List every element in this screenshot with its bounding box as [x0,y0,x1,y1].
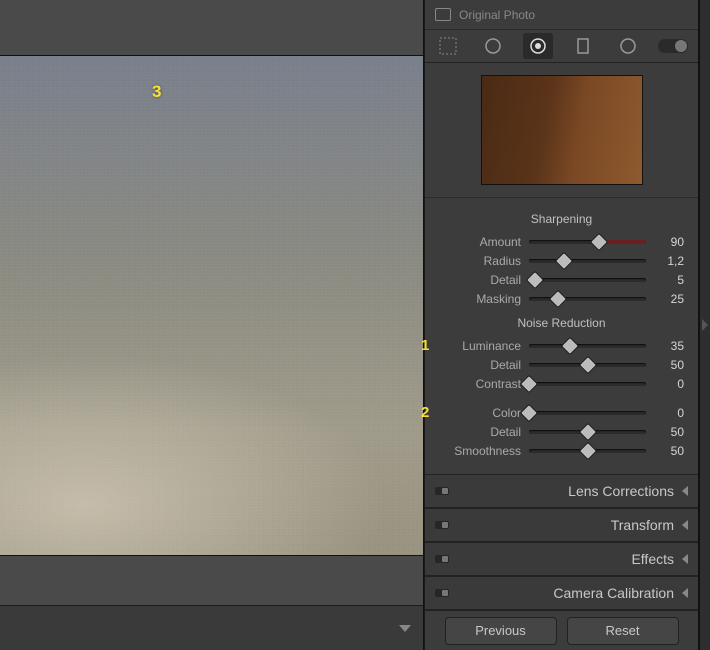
sharpening-row-radius: Radius 1,2 [439,251,684,270]
noise-color-label: Smoothness [439,444,521,458]
noise-slider[interactable] [529,374,646,393]
spot-removal-tool-icon[interactable] [478,33,508,59]
noise-value: 0 [654,377,684,391]
slider-thumb-icon[interactable] [520,403,538,421]
chevron-left-icon [682,520,688,530]
sharpening-slider[interactable] [529,232,646,251]
noise-row-detail: Detail 50 [439,355,684,374]
photo-preview [0,55,423,556]
detail-sliders: Sharpening Amount 90 Radius 1,2 Detail 5 Maski… [425,198,698,474]
noise-slider[interactable] [529,336,646,355]
sharpening-label: Radius [439,254,521,268]
panel-effects[interactable]: Effects [425,542,698,576]
noise-value: 35 [654,339,684,353]
sharpening-slider[interactable] [529,270,646,289]
image-viewer[interactable]: 3 [0,0,423,605]
chevron-left-icon [682,554,688,564]
noise-color-row-smoothness: Smoothness 50 [439,441,684,460]
sharpening-value: 1,2 [654,254,684,268]
original-photo-label: Original Photo [459,8,535,22]
button-row: Previous Reset [425,610,698,650]
panel-toggle-icon[interactable] [435,555,449,563]
slider-thumb-icon[interactable] [590,232,608,250]
panel-title: Transform [457,517,674,533]
tool-strip [425,30,698,63]
noise-value: 50 [654,358,684,372]
panel-title: Camera Calibration [457,585,674,601]
sharpening-label: Amount [439,235,521,249]
sharpening-value: 90 [654,235,684,249]
panel-toggle-icon[interactable] [435,487,449,495]
chevron-left-icon [682,486,688,496]
develop-panel: Original Photo Sh [424,0,699,650]
sharpening-value: 25 [654,292,684,306]
detail-preview [425,63,698,198]
panel-camera-calibration[interactable]: Camera Calibration [425,576,698,610]
noise-label: Contrast [439,377,521,391]
panel-toggle-icon[interactable] [435,589,449,597]
panel-lens-corrections[interactable]: Lens Corrections [425,474,698,508]
brush-tool-icon[interactable] [658,33,688,59]
noise-slider[interactable] [529,355,646,374]
noise-color-slider[interactable] [529,441,646,460]
slider-thumb-icon[interactable] [520,374,538,392]
panel-title: Effects [457,551,674,567]
noise-row-contrast: Contrast 0 [439,374,684,393]
sharpening-label: Masking [439,292,521,306]
noise-color-value: 50 [654,425,684,439]
panel-transform[interactable]: Transform [425,508,698,542]
annotation-2: 2 [421,404,429,421]
filmstrip-bar [0,605,423,650]
sharpening-row-detail: Detail 5 [439,270,684,289]
noise-color-value: 0 [654,406,684,420]
detail-preview-thumb[interactable] [481,75,643,185]
slider-thumb-icon[interactable] [555,251,573,269]
noise-color-row-color: 2Color0 [439,403,684,422]
noise-color-value: 50 [654,444,684,458]
redeye-tool-icon[interactable] [523,33,553,59]
noise-title: Noise Reduction [439,316,684,330]
original-photo-row[interactable]: Original Photo [425,0,698,30]
previous-button[interactable]: Previous [445,617,557,645]
radial-filter-tool-icon[interactable] [613,33,643,59]
panel-switch-icon[interactable] [658,39,688,53]
noise-color-label: Detail [439,425,521,439]
original-photo-icon [435,8,451,21]
reset-button[interactable]: Reset [567,617,679,645]
noise-color-slider[interactable] [529,422,646,441]
grad-filter-tool-icon[interactable] [568,33,598,59]
slider-thumb-icon[interactable] [578,422,596,440]
noise-color-slider[interactable] [529,403,646,422]
chevron-right-icon [702,319,708,331]
filmstrip-expand-icon[interactable] [399,625,411,632]
sharpening-slider[interactable] [529,251,646,270]
slider-thumb-icon[interactable] [526,270,544,288]
sharpening-row-amount: Amount 90 [439,232,684,251]
sharpening-row-masking: Masking 25 [439,289,684,308]
noise-row-luminance: 1Luminance35 [439,336,684,355]
crop-tool-icon[interactable] [433,33,463,59]
slider-thumb-icon[interactable] [549,289,567,307]
sharpening-value: 5 [654,273,684,287]
panel-toggle-icon[interactable] [435,521,449,529]
right-panel-expander[interactable] [699,0,710,650]
sharpening-slider[interactable] [529,289,646,308]
slider-thumb-icon[interactable] [578,441,596,459]
sharpening-label: Detail [439,273,521,287]
chevron-left-icon [682,588,688,598]
annotation-3: 3 [152,82,161,102]
noise-color-label: Color [439,406,521,420]
slider-thumb-icon[interactable] [561,336,579,354]
noise-color-row-detail: Detail 50 [439,422,684,441]
slider-thumb-icon[interactable] [578,355,596,373]
noise-label: Luminance [439,339,521,353]
sharpening-title: Sharpening [439,212,684,226]
panel-title: Lens Corrections [457,483,674,499]
noise-label: Detail [439,358,521,372]
annotation-1: 1 [421,337,429,354]
